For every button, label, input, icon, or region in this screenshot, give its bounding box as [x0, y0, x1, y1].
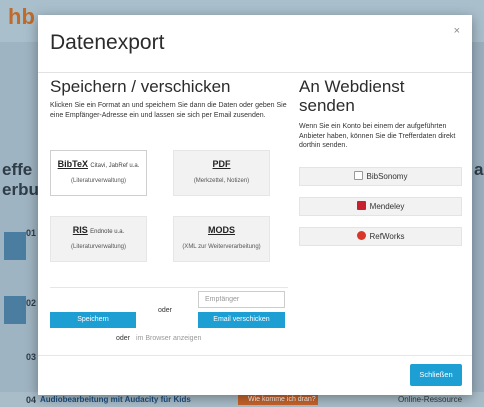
- dialog-footer: Schließen: [38, 355, 472, 395]
- site-logo: hb: [8, 4, 35, 29]
- format-extra: Citavi, JabRef u.a.: [90, 163, 140, 169]
- webservice-description: Wenn Sie ein Konto bei einem der aufgefü…: [299, 123, 456, 149]
- format-option-bibtex[interactable]: BibTeX Citavi, JabRef u.a. (Literaturver…: [50, 150, 147, 196]
- format-extra: Endnote u.a.: [90, 229, 125, 235]
- send-email-button[interactable]: Email verschicken: [198, 312, 285, 328]
- format-name: BibTeX: [57, 159, 88, 169]
- background-heading-fragment: al: [474, 160, 484, 179]
- close-button[interactable]: Schließen: [410, 364, 462, 386]
- mendeley-icon: [356, 201, 366, 210]
- service-refworks-button[interactable]: RefWorks: [299, 227, 462, 246]
- background-heading-fragment: effe: [2, 160, 33, 179]
- refworks-icon: [356, 231, 366, 240]
- close-icon[interactable]: ×: [454, 25, 460, 37]
- format-option-ris[interactable]: RIS Endnote u.a. (Literaturverwaltung): [50, 216, 147, 262]
- save-send-description: Klicken Sie ein Format an und speichern …: [50, 102, 287, 119]
- recipient-email-input[interactable]: [198, 291, 285, 308]
- save-send-heading: Speichern / verschicken: [50, 77, 231, 96]
- service-label: BibSonomy: [366, 172, 408, 181]
- background-row-number: 04: [26, 395, 37, 405]
- dialog-title: Datenexport: [50, 31, 165, 54]
- webservice-heading: An Webdienst senden: [299, 77, 405, 115]
- background-thumbnail: [4, 296, 26, 324]
- service-label: Mendeley: [369, 202, 405, 211]
- background-row-number: 03: [26, 352, 37, 362]
- bibsonomy-icon: [353, 171, 363, 180]
- format-name: RIS: [72, 225, 88, 235]
- background-row-number: 01: [26, 228, 37, 238]
- format-description: (Literaturverwaltung): [70, 178, 127, 184]
- background-heading-fragment: erbu: [2, 180, 39, 199]
- show-in-browser-link[interactable]: im Browser anzeigen: [136, 335, 201, 342]
- format-option-pdf[interactable]: PDF (Merkzettel, Notizen): [173, 150, 270, 196]
- dialog-header: Datenexport ×: [38, 15, 472, 73]
- format-description: (Literaturverwaltung): [70, 244, 127, 250]
- service-mendeley-button[interactable]: Mendeley: [299, 197, 462, 216]
- format-name: MODS: [208, 225, 235, 235]
- format-description: (XML zur Weiterverarbeitung): [182, 244, 261, 250]
- background-thumbnail: [4, 232, 26, 260]
- format-option-mods[interactable]: MODS (XML zur Weiterverarbeitung): [173, 216, 270, 262]
- service-label: RefWorks: [369, 232, 405, 241]
- divider: [50, 287, 288, 288]
- background-row-number: 02: [26, 298, 37, 308]
- or-label: oder: [116, 335, 131, 342]
- or-label: oder: [158, 307, 173, 314]
- background-availability-badge: Wie komme ich dran?: [238, 394, 318, 405]
- background-result-title: Audiobearbeitung mit Audacity für Kids: [40, 395, 191, 404]
- export-dialog: Datenexport × Speichern / verschicken Kl…: [38, 15, 472, 395]
- format-description: (Merkzettel, Notizen): [193, 178, 250, 184]
- service-bibsonomy-button[interactable]: BibSonomy: [299, 167, 462, 186]
- format-name: PDF: [212, 159, 231, 169]
- save-button[interactable]: Speichern: [50, 312, 136, 328]
- background-result-type: Online-Ressource: [398, 395, 463, 404]
